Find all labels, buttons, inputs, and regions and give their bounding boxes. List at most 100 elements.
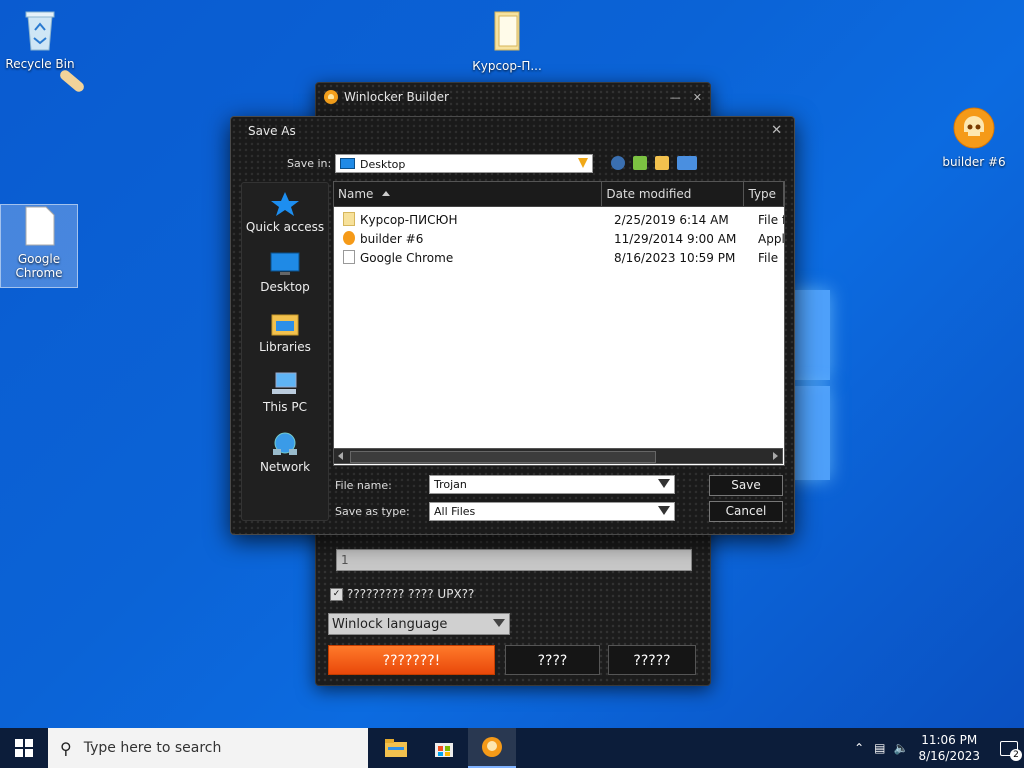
volume-icon[interactable]: 🔈 <box>894 741 909 755</box>
save-as-type-select[interactable]: All Files <box>429 502 675 521</box>
save-button[interactable]: Save <box>709 475 783 496</box>
file-row[interactable]: Курсор-ПИСЮН 2/25/2019 6:14 AM File fo <box>334 210 784 229</box>
sidebar-item-label: Desktop <box>260 280 310 294</box>
file-name: Google Chrome <box>360 251 454 265</box>
recycle-bin-icon <box>25 11 55 51</box>
store-icon <box>435 743 453 757</box>
file-date: 11/29/2014 9:00 AM <box>614 231 737 246</box>
desktop-icon-label: builder #6 <box>942 155 1006 169</box>
upx-checkbox[interactable]: ✓ <box>330 587 343 601</box>
chevron-down-icon[interactable] <box>658 479 670 488</box>
places-sidebar: Quick access Desktop Libraries This PC N… <box>241 182 329 521</box>
taskbar-search[interactable]: ⚲ Type here to search <box>48 728 368 768</box>
file-icon <box>25 206 55 246</box>
language-select-value: Winlock language <box>332 617 448 632</box>
back-icon[interactable] <box>611 156 625 170</box>
file-list: Name Date modified Type Курсор-ПИСЮН 2/2… <box>333 181 785 466</box>
sidebar-item-libraries[interactable]: Libraries <box>242 311 328 354</box>
start-button[interactable] <box>0 728 48 768</box>
sidebar-item-label: Network <box>259 460 311 474</box>
clock-time: 11:06 PM <box>921 733 978 747</box>
builder-button-2[interactable]: ???? <box>505 645 600 675</box>
computer-icon <box>272 372 297 394</box>
file-date: 2/25/2019 6:14 AM <box>614 212 729 227</box>
file-icon <box>343 250 355 264</box>
upx-label: ????????? ???? UPX?? <box>347 587 475 601</box>
clock[interactable]: 11:06 PM 8/16/2023 <box>918 732 980 764</box>
builder-titlebar[interactable]: Winlocker Builder — ✕ <box>316 83 710 111</box>
taskbar-store[interactable] <box>420 728 468 768</box>
chevron-down-icon <box>493 619 505 627</box>
up-folder-icon[interactable] <box>633 156 647 170</box>
skull-app-icon <box>482 737 502 757</box>
desktop-monitor-icon <box>270 252 300 275</box>
search-icon: ⚲ <box>60 738 72 758</box>
number-input[interactable]: 1 <box>336 549 692 571</box>
close-button[interactable]: ✕ <box>693 91 702 104</box>
column-header-name[interactable]: Name <box>334 182 603 206</box>
desktop-icon-label: Recycle Bin <box>5 57 75 71</box>
file-name: Курсор-ПИСЮН <box>360 213 458 227</box>
bone-cursor-icon <box>58 68 86 94</box>
column-label: Name <box>338 187 374 201</box>
taskbar: ⚲ Type here to search ⌃ ▤ 🔈 11:06 PM 8/1… <box>0 728 1024 768</box>
chevron-down-icon <box>578 158 588 168</box>
view-menu-icon[interactable] <box>677 156 697 170</box>
dialog-toolbar <box>611 156 697 170</box>
skull-icon <box>324 90 338 104</box>
chevron-down-icon[interactable] <box>658 506 670 515</box>
horizontal-scrollbar[interactable] <box>333 448 783 464</box>
search-placeholder: Type here to search <box>83 740 222 756</box>
scroll-right-arrow-icon[interactable] <box>773 452 778 460</box>
save-in-value: Desktop <box>360 158 406 171</box>
windows-logo-wallpaper <box>790 290 830 480</box>
file-row[interactable]: Google Chrome 8/16/2023 10:59 PM File <box>334 248 784 267</box>
scrollbar-thumb[interactable] <box>350 451 656 463</box>
cancel-button[interactable]: Cancel <box>709 501 783 522</box>
clock-date: 8/16/2023 <box>918 749 980 763</box>
sidebar-item-label: This PC <box>263 400 307 414</box>
upx-checkbox-row[interactable]: ✓ ????????? ???? UPX?? <box>330 587 474 601</box>
language-select[interactable]: Winlock language <box>328 613 510 635</box>
system-tray: ⌃ ▤ 🔈 11:06 PM 8/16/2023 2 <box>854 728 1024 768</box>
skull-app-icon <box>953 107 995 149</box>
sidebar-item-network[interactable]: Network <box>242 431 328 474</box>
column-header-date[interactable]: Date modified <box>602 182 745 206</box>
desktop-icon <box>340 158 355 169</box>
dialog-close-button[interactable]: ✕ <box>771 123 782 138</box>
file-name: builder #6 <box>360 232 424 246</box>
file-explorer-icon <box>385 739 407 757</box>
minimize-button[interactable]: — <box>670 91 681 104</box>
desktop-icon-chrome[interactable]: Google Chrome <box>0 204 78 288</box>
file-name-cell: builder #6 <box>334 231 610 246</box>
sidebar-item-label: Libraries <box>259 340 311 354</box>
show-hidden-icons-chevron-icon[interactable]: ⌃ <box>854 741 864 755</box>
builder-button-3[interactable]: ????? <box>608 645 696 675</box>
desktop-icon-recycle-bin[interactable]: Recycle Bin <box>0 8 80 71</box>
desktop-icon-builder[interactable]: builder #6 <box>934 106 1014 169</box>
desktop-icon-folder[interactable]: Курсор-П... <box>467 8 547 73</box>
build-button[interactable]: ???????! <box>328 645 495 675</box>
taskbar-file-explorer[interactable] <box>372 728 420 768</box>
column-header-type[interactable]: Type <box>744 182 784 206</box>
sort-arrow-icon <box>382 191 390 196</box>
taskbar-builder[interactable] <box>468 728 516 768</box>
file-type: Appli <box>758 231 784 246</box>
save-as-type-value: All Files <box>434 505 476 518</box>
app-icon <box>343 231 355 245</box>
file-name-value: Trojan <box>434 478 467 491</box>
star-icon <box>271 192 299 216</box>
network-icon[interactable]: ▤ <box>874 741 885 755</box>
notification-center-button[interactable]: 2 <box>994 728 1024 768</box>
file-name-cell: Курсор-ПИСЮН <box>334 212 610 227</box>
scroll-left-arrow-icon[interactable] <box>338 452 343 460</box>
new-folder-icon[interactable] <box>655 156 669 170</box>
folder-icon <box>494 11 520 51</box>
save-in-label: Save in: <box>287 157 332 170</box>
sidebar-item-quick-access[interactable]: Quick access <box>242 191 328 234</box>
sidebar-item-desktop[interactable]: Desktop <box>242 251 328 294</box>
file-row[interactable]: builder #6 11/29/2014 9:00 AM Appli <box>334 229 784 248</box>
file-name-input[interactable]: Trojan <box>429 475 675 494</box>
save-in-select[interactable]: Desktop <box>335 154 593 173</box>
sidebar-item-this-pc[interactable]: This PC <box>242 371 328 414</box>
